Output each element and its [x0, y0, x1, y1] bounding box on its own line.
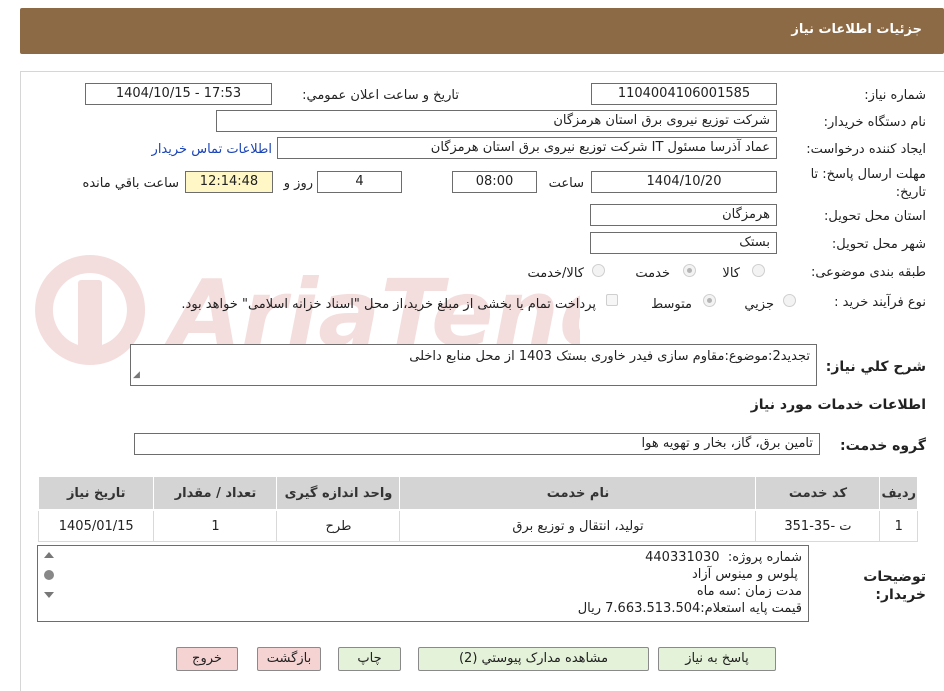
- buyer-notes-label: توضيحات خريدار:: [863, 569, 926, 603]
- need-number-field[interactable]: 1104004106001585: [591, 83, 777, 105]
- requester-label: ايجاد کننده درخواست:: [806, 142, 926, 157]
- scroll-thumb-icon[interactable]: [44, 570, 54, 580]
- table-header-row: رديف کد خدمت نام خدمت واحد اندازه گيری ت…: [37, 476, 918, 511]
- service-group-field[interactable]: تامين برق، گاز، بخار و تهويه هوا: [134, 433, 820, 455]
- scroll-up-icon[interactable]: [44, 552, 54, 558]
- scroll-down-icon[interactable]: [44, 592, 54, 598]
- col-unit: واحد اندازه گيری: [276, 476, 401, 511]
- deadline-label: مهلت ارسال پاسخ: تا تاريخ:: [810, 167, 926, 200]
- notes-line: قيمت پايه استعلام:7.663.513.504 ريال: [577, 601, 802, 616]
- notes-line: پلوس و مينوس آزاد: [692, 567, 802, 582]
- cell-need-date: 1405/01/15: [37, 509, 155, 542]
- buyer-notes-box[interactable]: شماره پروژه: 440331030 پلوس و مينوس آزاد…: [37, 545, 809, 622]
- category-label: طبقه بندی موضوعی:: [810, 265, 926, 280]
- process-radio-small[interactable]: [783, 294, 796, 307]
- table-row[interactable]: 1 ت -35-351 توليد، انتقال و توزيع برق طر…: [37, 509, 918, 542]
- days-field[interactable]: 4: [317, 171, 402, 193]
- process-label: نوع فرآيند خريد :: [834, 295, 926, 310]
- reply-button[interactable]: پاسخ به نياز: [658, 647, 776, 671]
- page-title: جزئيات اطلاعات نياز: [791, 22, 922, 37]
- province-label: استان محل تحويل:: [824, 209, 926, 224]
- category-service-label: خدمت: [635, 266, 670, 281]
- process-radio-medium[interactable]: [703, 294, 716, 307]
- announce-field[interactable]: 1404/10/15 - 17:53: [85, 83, 272, 105]
- cell-service-name: توليد، انتقال و توزيع برق: [399, 509, 757, 542]
- notes-scrollbar[interactable]: [40, 548, 58, 618]
- exit-button[interactable]: خروج: [176, 647, 238, 671]
- category-radio-goods[interactable]: [752, 264, 765, 277]
- summary-textarea[interactable]: تجديد2:موضوع:مقاوم سازی فيدر خاوری بستک …: [130, 344, 817, 386]
- cell-row-number: 1: [879, 509, 918, 542]
- city-label: شهر محل تحويل:: [831, 237, 926, 252]
- buyer-org-label: نام دستگاه خريدار:: [823, 115, 926, 130]
- summary-label: شرح کلي نياز:: [825, 359, 926, 375]
- city-field[interactable]: بستک: [590, 232, 777, 254]
- notes-line: شماره پروژه: 440331030: [645, 550, 802, 565]
- buyer-notes-text: شماره پروژه: 440331030 پلوس و مينوس آزاد…: [578, 549, 802, 617]
- buyer-contact-link[interactable]: اطلاعات تماس خريدار: [152, 142, 272, 157]
- back-button[interactable]: بازگشت: [257, 647, 321, 671]
- resize-handle-icon[interactable]: ◢: [133, 365, 140, 385]
- cell-unit: طرح: [276, 509, 401, 542]
- remaining-label: ساعت باقي مانده: [82, 176, 179, 191]
- treasury-checkbox[interactable]: [606, 294, 618, 306]
- col-row-number: رديف: [879, 476, 918, 511]
- province-field[interactable]: هرمزگان: [590, 204, 777, 226]
- cell-quantity: 1: [153, 509, 278, 542]
- category-radio-both[interactable]: [592, 264, 605, 277]
- deadline-time-field[interactable]: 08:00: [452, 171, 537, 193]
- cell-service-code: ت -35-351: [755, 509, 881, 542]
- payment-note: پرداخت تمام يا بخشی از مبلغ خريد،از محل …: [181, 297, 596, 312]
- print-button[interactable]: چاپ: [338, 647, 401, 671]
- service-group-label: گروه خدمت:: [840, 438, 926, 454]
- announce-label: تاريخ و ساعت اعلان عمومي:: [302, 88, 459, 103]
- deadline-date-field[interactable]: 1404/10/20: [591, 171, 777, 193]
- col-service-name: نام خدمت: [399, 476, 757, 511]
- category-goods-label: کالا: [722, 266, 740, 281]
- days-label: روز و: [283, 176, 313, 191]
- deadline-time-label: ساعت: [548, 176, 584, 191]
- need-number-label: شماره نياز:: [864, 88, 926, 103]
- notes-line: مدت زمان :سه ماه: [696, 584, 802, 599]
- col-quantity: تعداد / مقدار: [153, 476, 278, 511]
- remaining-time-field: 12:14:48: [185, 171, 273, 193]
- services-table: رديف کد خدمت نام خدمت واحد اندازه گيری ت…: [37, 476, 918, 542]
- col-service-code: کد خدمت: [755, 476, 881, 511]
- buyer-org-field[interactable]: شرکت توزيع نيروی برق استان هرمزگان: [216, 110, 777, 132]
- category-radio-service[interactable]: [683, 264, 696, 277]
- view-documents-button[interactable]: مشاهده مدارک پيوستي (2): [418, 647, 649, 671]
- page-header: جزئيات اطلاعات نياز: [20, 8, 944, 54]
- category-both-label: کالا/خدمت: [527, 266, 584, 281]
- requester-field[interactable]: عماد آذرسا مسئول IT شرکت توزيع نيروی برق…: [277, 137, 777, 159]
- summary-text: تجديد2:موضوع:مقاوم سازی فيدر خاوری بستک …: [409, 349, 810, 364]
- col-need-date: تاريخ نياز: [37, 476, 155, 511]
- services-section-title: اطلاعات خدمات مورد نياز: [750, 397, 926, 413]
- process-small-label: جزيي: [744, 297, 774, 312]
- process-medium-label: متوسط: [651, 297, 692, 312]
